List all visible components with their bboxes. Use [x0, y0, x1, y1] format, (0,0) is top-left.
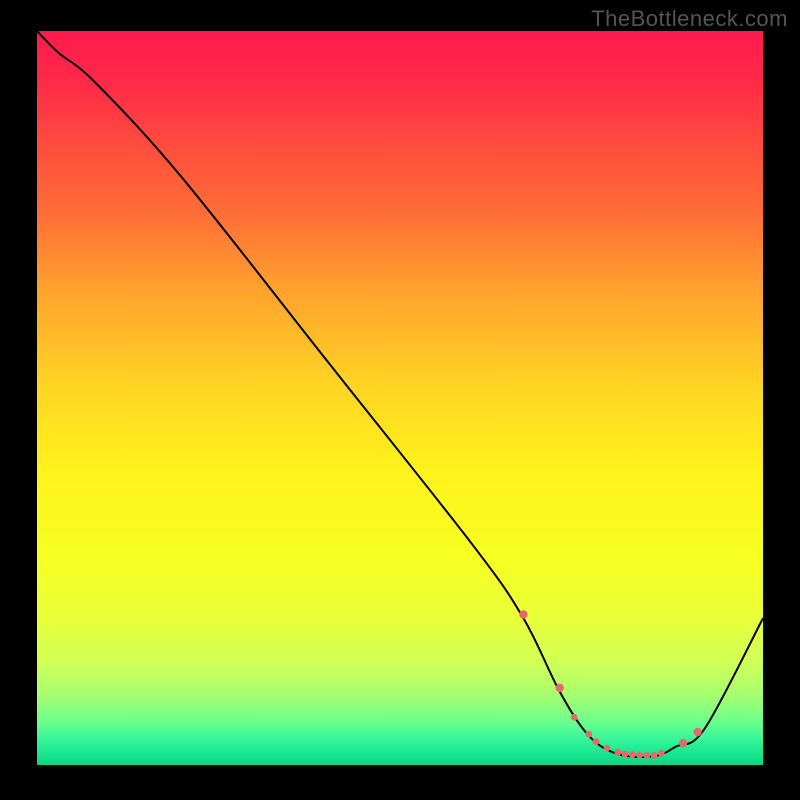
marker-dot [622, 751, 629, 758]
marker-dot [585, 731, 592, 738]
marker-dot [556, 684, 564, 692]
marker-dot [658, 750, 665, 757]
marker-dot [693, 728, 701, 736]
plot-background [37, 31, 763, 765]
watermark-text: TheBottleneck.com [591, 6, 788, 32]
chart-frame: TheBottleneck.com [0, 0, 800, 800]
marker-dot [651, 752, 658, 759]
marker-dot [643, 752, 650, 759]
marker-dot [604, 745, 611, 752]
marker-dot [571, 714, 578, 721]
marker-dot [593, 738, 600, 745]
marker-dot [679, 739, 687, 747]
marker-dot [614, 749, 621, 756]
plot-area [37, 31, 763, 765]
marker-dot [629, 751, 636, 758]
marker-dot [636, 752, 643, 759]
marker-dot [519, 610, 527, 618]
plot-svg [37, 31, 763, 765]
